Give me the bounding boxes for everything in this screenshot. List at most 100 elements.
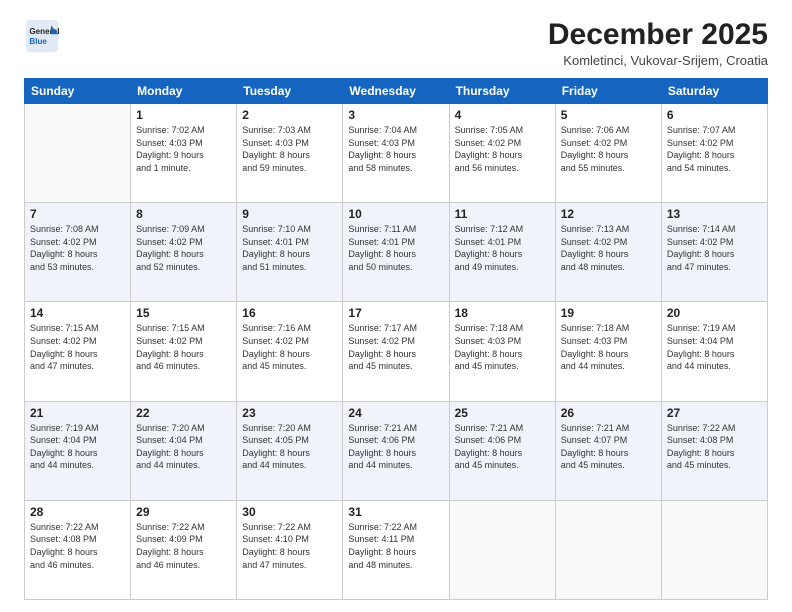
table-cell: 10 Sunrise: 7:11 AMSunset: 4:01 PMDayligh… — [343, 203, 449, 302]
table-cell: 1 Sunrise: 7:02 AMSunset: 4:03 PMDaylight… — [131, 104, 237, 203]
svg-text:Blue: Blue — [29, 37, 47, 46]
day-info: Sunrise: 7:16 AMSunset: 4:02 PMDaylight:… — [242, 322, 337, 372]
day-number: 8 — [136, 207, 231, 221]
day-info: Sunrise: 7:21 AMSunset: 4:06 PMDaylight:… — [348, 422, 443, 472]
day-number: 22 — [136, 406, 231, 420]
day-info: Sunrise: 7:21 AMSunset: 4:06 PMDaylight:… — [455, 422, 550, 472]
table-cell: 26Sunrise: 7:21 AMSunset: 4:07 PMDayligh… — [555, 401, 661, 500]
day-info: Sunrise: 7:22 AMSunset: 4:09 PMDaylight:… — [136, 521, 231, 571]
day-number: 10 — [348, 207, 443, 221]
calendar-row: 7 Sunrise: 7:08 AMSunset: 4:02 PMDaylight… — [25, 203, 768, 302]
day-number: 21 — [30, 406, 125, 420]
table-cell — [555, 500, 661, 599]
table-cell: 22 Sunrise: 7:20 AMSunset: 4:04 PMDayligh… — [131, 401, 237, 500]
day-info: Sunrise: 7:19 AMSunset: 4:04 PMDaylight:… — [667, 322, 762, 372]
day-number: 2 — [242, 108, 337, 122]
day-info: Sunrise: 7:20 AMSunset: 4:04 PMDaylight:… — [136, 422, 231, 472]
calendar-row: 28 Sunrise: 7:22 AMSunset: 4:08 PMDayligh… — [25, 500, 768, 599]
table-cell: 31 Sunrise: 7:22 AMSunset: 4:11 PMDayligh… — [343, 500, 449, 599]
table-cell: 21 Sunrise: 7:19 AMSunset: 4:04 PMDayligh… — [25, 401, 131, 500]
table-cell: 24 Sunrise: 7:21 AMSunset: 4:06 PMDayligh… — [343, 401, 449, 500]
day-info: Sunrise: 7:22 AMSunset: 4:08 PMDaylight:… — [667, 422, 762, 472]
day-number: 13 — [667, 207, 762, 221]
day-info: Sunrise: 7:04 AMSunset: 4:03 PMDaylight:… — [348, 124, 443, 174]
day-info: Sunrise: 7:05 AMSunset: 4:02 PMDaylight:… — [455, 124, 550, 174]
table-cell: 12Sunrise: 7:13 AMSunset: 4:02 PMDayligh… — [555, 203, 661, 302]
header-row: Sunday Monday Tuesday Wednesday Thursday… — [25, 79, 768, 104]
table-cell: 17Sunrise: 7:17 AMSunset: 4:02 PMDayligh… — [343, 302, 449, 401]
table-cell: 5 Sunrise: 7:06 AMSunset: 4:02 PMDaylight… — [555, 104, 661, 203]
day-info: Sunrise: 7:12 AMSunset: 4:01 PMDaylight:… — [455, 223, 550, 273]
calendar-row: 14 Sunrise: 7:15 AMSunset: 4:02 PMDayligh… — [25, 302, 768, 401]
day-info: Sunrise: 7:22 AMSunset: 4:10 PMDaylight:… — [242, 521, 337, 571]
table-cell: 18 Sunrise: 7:18 AMSunset: 4:03 PMDayligh… — [449, 302, 555, 401]
day-info: Sunrise: 7:19 AMSunset: 4:04 PMDaylight:… — [30, 422, 125, 472]
day-info: Sunrise: 7:20 AMSunset: 4:05 PMDaylight:… — [242, 422, 337, 472]
table-cell: 25 Sunrise: 7:21 AMSunset: 4:06 PMDayligh… — [449, 401, 555, 500]
day-info: Sunrise: 7:10 AMSunset: 4:01 PMDaylight:… — [242, 223, 337, 273]
table-cell — [449, 500, 555, 599]
table-cell: 7 Sunrise: 7:08 AMSunset: 4:02 PMDaylight… — [25, 203, 131, 302]
day-number: 18 — [455, 306, 550, 320]
table-cell: 3 Sunrise: 7:04 AMSunset: 4:03 PMDaylight… — [343, 104, 449, 203]
table-cell: 16 Sunrise: 7:16 AMSunset: 4:02 PMDayligh… — [237, 302, 343, 401]
day-number: 9 — [242, 207, 337, 221]
day-info: Sunrise: 7:09 AMSunset: 4:02 PMDaylight:… — [136, 223, 231, 273]
table-cell: 28 Sunrise: 7:22 AMSunset: 4:08 PMDayligh… — [25, 500, 131, 599]
table-cell: 11 Sunrise: 7:12 AMSunset: 4:01 PMDayligh… — [449, 203, 555, 302]
day-info: Sunrise: 7:13 AMSunset: 4:02 PMDaylight:… — [561, 223, 656, 273]
day-info: Sunrise: 7:18 AMSunset: 4:03 PMDaylight:… — [455, 322, 550, 372]
col-friday: Friday — [555, 79, 661, 104]
day-number: 31 — [348, 505, 443, 519]
day-number: 3 — [348, 108, 443, 122]
table-cell — [661, 500, 767, 599]
col-sunday: Sunday — [25, 79, 131, 104]
table-cell: 4 Sunrise: 7:05 AMSunset: 4:02 PMDaylight… — [449, 104, 555, 203]
day-info: Sunrise: 7:02 AMSunset: 4:03 PMDaylight:… — [136, 124, 231, 174]
table-cell: 30 Sunrise: 7:22 AMSunset: 4:10 PMDayligh… — [237, 500, 343, 599]
day-number: 23 — [242, 406, 337, 420]
day-info: Sunrise: 7:14 AMSunset: 4:02 PMDaylight:… — [667, 223, 762, 273]
day-info: Sunrise: 7:22 AMSunset: 4:11 PMDaylight:… — [348, 521, 443, 571]
day-info: Sunrise: 7:15 AMSunset: 4:02 PMDaylight:… — [30, 322, 125, 372]
day-number: 29 — [136, 505, 231, 519]
day-number: 30 — [242, 505, 337, 519]
day-number: 25 — [455, 406, 550, 420]
day-number: 17 — [348, 306, 443, 320]
header: General Blue December 2025 Komletinci, V… — [24, 18, 768, 68]
table-cell: 2 Sunrise: 7:03 AMSunset: 4:03 PMDaylight… — [237, 104, 343, 203]
day-number: 4 — [455, 108, 550, 122]
day-number: 6 — [667, 108, 762, 122]
day-info: Sunrise: 7:22 AMSunset: 4:08 PMDaylight:… — [30, 521, 125, 571]
day-number: 20 — [667, 306, 762, 320]
day-number: 11 — [455, 207, 550, 221]
page: General Blue December 2025 Komletinci, V… — [0, 0, 792, 612]
day-number: 7 — [30, 207, 125, 221]
day-number: 19 — [561, 306, 656, 320]
day-info: Sunrise: 7:08 AMSunset: 4:02 PMDaylight:… — [30, 223, 125, 273]
day-number: 16 — [242, 306, 337, 320]
logo-icon: General Blue — [24, 18, 60, 54]
table-cell: 13 Sunrise: 7:14 AMSunset: 4:02 PMDayligh… — [661, 203, 767, 302]
day-info: Sunrise: 7:18 AMSunset: 4:03 PMDaylight:… — [561, 322, 656, 372]
day-info: Sunrise: 7:15 AMSunset: 4:02 PMDaylight:… — [136, 322, 231, 372]
day-info: Sunrise: 7:03 AMSunset: 4:03 PMDaylight:… — [242, 124, 337, 174]
day-number: 5 — [561, 108, 656, 122]
calendar-row: 21 Sunrise: 7:19 AMSunset: 4:04 PMDayligh… — [25, 401, 768, 500]
day-number: 28 — [30, 505, 125, 519]
table-cell — [25, 104, 131, 203]
day-info: Sunrise: 7:06 AMSunset: 4:02 PMDaylight:… — [561, 124, 656, 174]
day-number: 14 — [30, 306, 125, 320]
day-number: 15 — [136, 306, 231, 320]
table-cell: 14 Sunrise: 7:15 AMSunset: 4:02 PMDayligh… — [25, 302, 131, 401]
table-cell: 15 Sunrise: 7:15 AMSunset: 4:02 PMDayligh… — [131, 302, 237, 401]
day-number: 24 — [348, 406, 443, 420]
table-cell: 20 Sunrise: 7:19 AMSunset: 4:04 PMDayligh… — [661, 302, 767, 401]
table-cell: 29 Sunrise: 7:22 AMSunset: 4:09 PMDayligh… — [131, 500, 237, 599]
day-info: Sunrise: 7:11 AMSunset: 4:01 PMDaylight:… — [348, 223, 443, 273]
calendar-row: 1 Sunrise: 7:02 AMSunset: 4:03 PMDaylight… — [25, 104, 768, 203]
day-number: 1 — [136, 108, 231, 122]
table-cell: 27Sunrise: 7:22 AMSunset: 4:08 PMDayligh… — [661, 401, 767, 500]
day-info: Sunrise: 7:21 AMSunset: 4:07 PMDaylight:… — [561, 422, 656, 472]
table-cell: 9 Sunrise: 7:10 AMSunset: 4:01 PMDaylight… — [237, 203, 343, 302]
